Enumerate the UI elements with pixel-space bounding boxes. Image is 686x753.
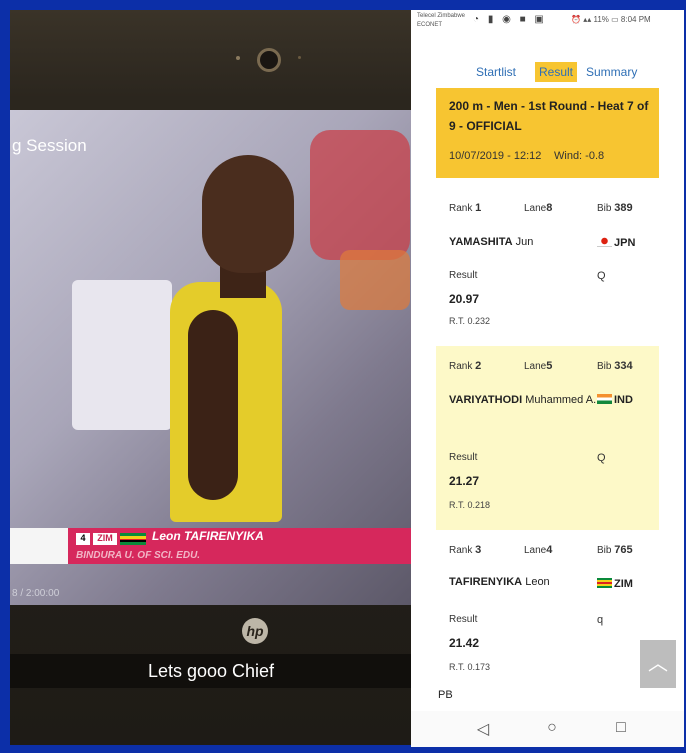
battery-percent: 11% [593, 15, 609, 24]
carrier-label: Telecel Zimbabwe ECONET [417, 13, 466, 28]
bib-number: 4 [76, 533, 90, 545]
nationality: JPN [597, 236, 635, 249]
qualification: Q [597, 452, 606, 464]
android-nav-bar: ◁ ○ □ [411, 711, 684, 747]
athlete-name: YAMASHITA Jun [449, 236, 534, 248]
rank: Rank 1 [449, 202, 482, 214]
laptop-photo: g Session 4 ZIM Leon TAFIRENYIKA BINDURA… [10, 10, 412, 745]
clock: 8:04 PM [620, 15, 651, 24]
result-label: Result [449, 452, 478, 463]
result-label: Result [449, 614, 478, 625]
result-row[interactable]: Rank 2 Lane5 Bib 334 VARIYATHODI Muhamme… [436, 346, 659, 530]
lane: Lane4 [524, 544, 553, 556]
timecode: 8 / 2:00:00 [12, 588, 60, 599]
athlete-name: TAFIRENYIKA Leon [449, 576, 550, 588]
clothes-basket [72, 280, 172, 430]
result-label: Result [449, 270, 478, 281]
qualification: Q [597, 270, 606, 282]
result-tabs: Startlist Result Summary [411, 62, 684, 84]
athlete-school: BINDURA U. OF SCI. EDU. [76, 550, 201, 561]
notification-icons: ◔ ▮ ◉ ■ ▣ [473, 14, 547, 25]
snap-caption: Lets gooo Chief [10, 654, 412, 688]
status-bar: Telecel Zimbabwe ECONET ◔ ▮ ◉ ■ ▣ ⏰ ▴▴ 1… [411, 10, 684, 34]
mic-dot [236, 56, 240, 60]
bib: Bib 765 [597, 544, 633, 556]
signal-icon: ▴▴ [583, 15, 592, 24]
result-row[interactable]: Rank 3 Lane4 Bib 765 TAFIRENYIKA Leon ZI… [436, 534, 659, 684]
result-time: 20.97 [449, 292, 480, 306]
chevron-up-icon: ︿ [648, 653, 668, 675]
background-object [340, 250, 410, 310]
qualification: q [597, 614, 604, 626]
nationality: ZIM [597, 578, 633, 590]
lane: Lane8 [524, 202, 553, 214]
event-title: 200 m - Men - 1st Round - Heat 7 of 9 - … [449, 99, 649, 133]
athlete-name: Leon TAFIRENYIKA [152, 529, 264, 543]
tv-broadcast: g Session 4 ZIM Leon TAFIRENYIKA BINDURA… [10, 110, 412, 605]
phone-screen: Telecel Zimbabwe ECONET ◔ ▮ ◉ ■ ▣ ⏰ ▴▴ 1… [411, 10, 684, 747]
result-time: 21.42 [449, 636, 480, 650]
athlete-head [202, 155, 294, 273]
alarm-icon: ⏰ [571, 15, 581, 24]
status-right: ⏰ ▴▴ 11% ▭ 8:04 PM [571, 15, 651, 24]
event-logo-icon [10, 528, 68, 564]
zimbabwe-flag-icon [120, 533, 146, 545]
rank: Rank 2 [449, 360, 482, 372]
result-time: 21.27 [449, 474, 480, 488]
country-code: ZIM [93, 533, 117, 545]
home-icon[interactable]: ○ [542, 719, 562, 737]
background-spectator [310, 130, 410, 260]
tab-summary[interactable]: Summary [586, 62, 637, 82]
lane: Lane5 [524, 360, 553, 372]
event-datetime: 10/07/2019 - 12:12 [449, 150, 542, 162]
athlete-arm [188, 310, 238, 500]
tab-startlist[interactable]: Startlist [476, 62, 516, 82]
recents-icon[interactable]: □ [611, 719, 631, 737]
event-header: 200 m - Men - 1st Round - Heat 7 of 9 - … [436, 88, 659, 178]
reaction-time: R.T. 0.232 [449, 316, 491, 326]
result-row[interactable]: Rank 1 Lane8 Bib 389 YAMASHITA Jun JPN R… [436, 190, 659, 340]
rank: Rank 3 [449, 544, 482, 556]
japan-flag-icon [597, 236, 612, 247]
pb-label: PB [438, 689, 453, 701]
zimbabwe-flag-icon [597, 578, 612, 588]
session-title: g Session [12, 136, 87, 155]
webcam-icon [257, 48, 281, 72]
back-icon[interactable]: ◁ [473, 719, 493, 739]
wind-reading: Wind: -0.8 [554, 150, 605, 162]
scroll-to-top-button[interactable]: ︿ [640, 640, 676, 688]
bib: Bib 334 [597, 360, 633, 372]
reaction-time: R.T. 0.173 [449, 662, 491, 672]
reaction-time: R.T. 0.218 [449, 500, 491, 510]
athlete-name: VARIYATHODI Muhammed A. [449, 394, 597, 406]
hp-logo-icon: hp [242, 618, 268, 644]
india-flag-icon [597, 394, 612, 404]
bib: Bib 389 [597, 202, 633, 214]
battery-icon: ▭ [611, 15, 619, 24]
indicator-dot [298, 56, 301, 59]
nationality: IND [597, 394, 633, 406]
tab-result[interactable]: Result [535, 62, 578, 82]
